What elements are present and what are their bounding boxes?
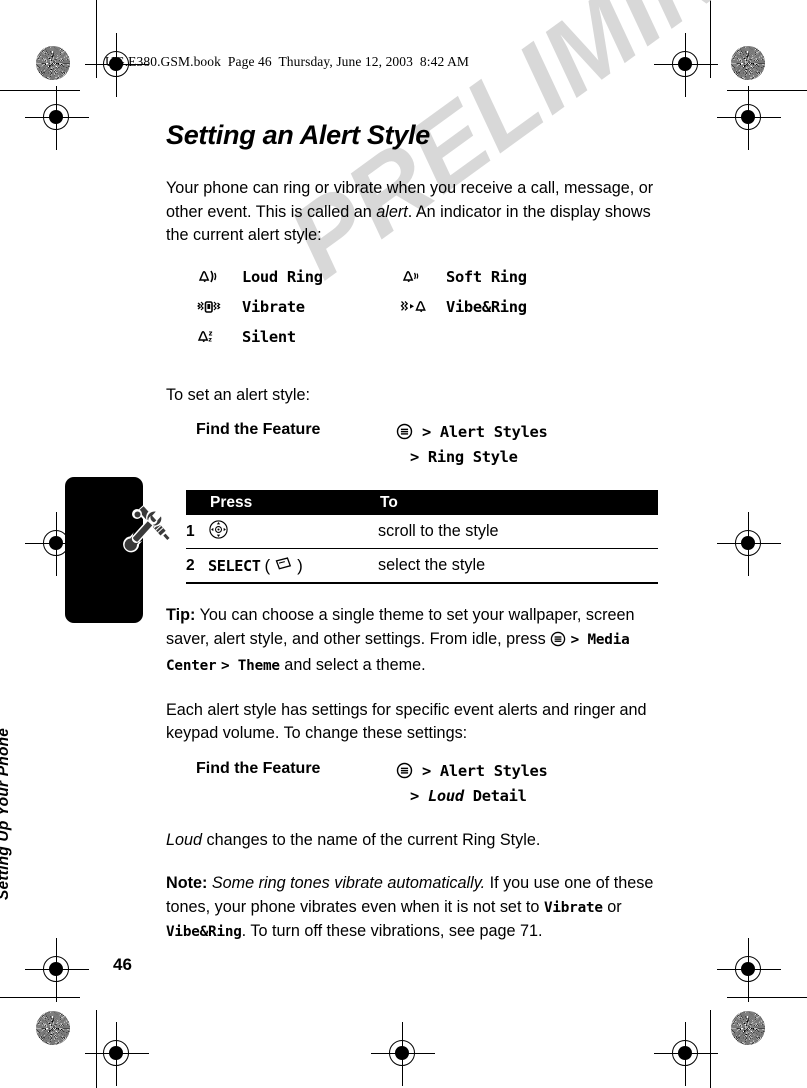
- alert-style-item: Vibrate: [196, 298, 400, 316]
- path-prefix: >: [410, 786, 419, 805]
- registration-mark-bottom-left: [85, 1022, 149, 1086]
- alert-style-list: Loud Ring Soft Ring Vibrate Vibe&Ring z …: [166, 268, 658, 358]
- registration-mark-upper-left: [25, 86, 89, 150]
- table-row: 1 scroll to the style: [186, 515, 658, 549]
- note-part3: . To turn off these vibrations, see page…: [241, 922, 543, 940]
- registration-starburst-top-right: [731, 46, 765, 80]
- registration-mark-bottom-center: [371, 1022, 435, 1086]
- crop-rule-upper-right-horizontal: [727, 90, 807, 92]
- alert-style-label: Vibrate: [242, 297, 305, 316]
- tip-label: Tip:: [166, 606, 196, 624]
- alert-style-item: Soft Ring: [400, 268, 604, 286]
- crop-rule-lower-right-horizontal: [727, 997, 807, 999]
- alert-style-label: Soft Ring: [446, 267, 527, 286]
- svg-text:z: z: [208, 336, 212, 343]
- crop-rule-top-right-vertical: [710, 0, 712, 78]
- file-header-text: UG.E380.GSM.book Page 46 Thursday, June …: [105, 54, 470, 69]
- note-part2: or: [602, 897, 622, 916]
- find-the-feature-path-line1: > Alert Styles: [421, 423, 548, 441]
- alert-style-row: Vibrate Vibe&Ring: [196, 298, 658, 328]
- find-the-feature-path: > Alert Styles > Loud Detail: [396, 760, 548, 807]
- tip-paragraph: Tip: You can choose a single theme to se…: [166, 604, 658, 679]
- steps-table: Press To 1 scroll to the style 2 SELECT …: [166, 490, 658, 584]
- vibrate-and-ring-icon: [400, 298, 446, 316]
- step-press-label: SELECT: [208, 556, 261, 575]
- registration-starburst-top-left: [36, 46, 70, 80]
- registration-mark-bottom-right: [654, 1022, 718, 1086]
- alert-style-row: z z Silent: [196, 328, 658, 358]
- loud-note-paragraph: Loud changes to the name of the current …: [166, 829, 658, 853]
- find-the-feature-path-line2: > Ring Style: [410, 448, 518, 466]
- crop-rule-lower-left-horizontal: [0, 997, 80, 999]
- alert-style-label: Vibe&Ring: [446, 297, 527, 316]
- registration-mark-middle-right: [717, 512, 781, 576]
- alert-style-item: z z Silent: [196, 328, 400, 346]
- alert-style-item: Loud Ring: [196, 268, 400, 286]
- registration-mark-top-right: [654, 33, 718, 97]
- alert-style-item: Vibe&Ring: [400, 298, 604, 316]
- menu-key-icon: [550, 631, 566, 655]
- step-number: 1: [186, 522, 195, 540]
- tip-part2: and select a theme.: [279, 656, 426, 674]
- note-mono-vibe-and-ring: Vibe&Ring: [166, 924, 242, 940]
- step-press: [208, 519, 378, 545]
- bell-silent-icon: z z: [196, 328, 242, 346]
- bell-soft-ring-icon: [400, 268, 446, 286]
- note-label: Note:: [166, 874, 208, 892]
- bell-loud-ring-icon: [196, 268, 242, 286]
- table-row: 2 SELECT ( ) select the style: [186, 549, 658, 584]
- crop-rule-top-left-vertical: [96, 0, 98, 78]
- steps-header-press: Press: [210, 493, 253, 511]
- chapter-tab-label: Setting Up Your Phone: [0, 727, 12, 900]
- find-the-feature-2: Find the Feature > Alert Styles > Loud D…: [166, 760, 658, 807]
- step-press-paren-close: ): [297, 555, 303, 575]
- crop-rule-bottom-left-vertical: [96, 1010, 98, 1088]
- alert-style-label: Silent: [242, 327, 296, 346]
- crop-rule-upper-left-horizontal: [0, 90, 80, 92]
- navigation-key-icon: [208, 519, 229, 545]
- page-title: Setting an Alert Style: [166, 120, 430, 150]
- loud-note-italic: Loud: [166, 830, 203, 849]
- note-italic: Some ring tones vibrate automatically.: [207, 874, 486, 892]
- intro-paragraph: Your phone can ring or vibrate when you …: [166, 177, 658, 248]
- registration-starburst-bottom-left: [36, 1011, 70, 1045]
- registration-mark-upper-right: [717, 86, 781, 150]
- tip-path2: > Theme: [220, 658, 280, 674]
- find-the-feature-label: Find the Feature: [196, 759, 321, 777]
- note-mono-vibrate: Vibrate: [543, 899, 603, 916]
- set-alert-intro: To set an alert style:: [166, 385, 310, 404]
- menu-key-icon: [396, 423, 413, 446]
- find-the-feature-label: Find the Feature: [196, 421, 321, 438]
- step-to: scroll to the style: [378, 522, 499, 540]
- alert-style-label: Loud Ring: [242, 267, 323, 286]
- find-the-feature-path-line2: > Loud Detail: [396, 785, 548, 807]
- note-paragraph: Note: Some ring tones vibrate automatica…: [166, 872, 658, 945]
- page-content: Setting an Alert Style Your phone can ri…: [166, 120, 658, 965]
- step-number: 2: [186, 556, 195, 574]
- path-rest-part: Detail: [472, 786, 527, 805]
- find-the-feature-1: Find the Feature > Alert Styles > Ring S…: [166, 421, 658, 468]
- step-to: select the style: [378, 556, 486, 574]
- registration-mark-lower-right: [717, 938, 781, 1002]
- steps-table-header: Press To: [186, 490, 658, 515]
- find-the-feature-path: > Alert Styles > Ring Style: [396, 421, 548, 468]
- steps-header-to: To: [380, 493, 398, 511]
- loud-note-rest: changes to the name of the current Ring …: [202, 830, 541, 849]
- registration-mark-lower-left: [25, 938, 89, 1002]
- path-italic-part: Loud: [427, 786, 464, 805]
- registration-starburst-bottom-right: [731, 1011, 765, 1045]
- menu-key-icon: [396, 762, 413, 785]
- soft-key-icon: [274, 556, 293, 576]
- each-alert-style-paragraph: Each alert style has settings for specif…: [166, 700, 647, 743]
- step-press: SELECT ( ): [208, 556, 378, 576]
- step-press-paren-open: (: [264, 555, 271, 575]
- alert-style-row: Loud Ring Soft Ring: [196, 268, 658, 298]
- crop-rule-bottom-right-vertical: [710, 1010, 712, 1088]
- find-the-feature-path-line1: > Alert Styles: [421, 761, 548, 780]
- vibrate-icon: [196, 298, 242, 316]
- intro-emphasis: alert: [376, 202, 408, 221]
- page-number: 46: [113, 955, 132, 974]
